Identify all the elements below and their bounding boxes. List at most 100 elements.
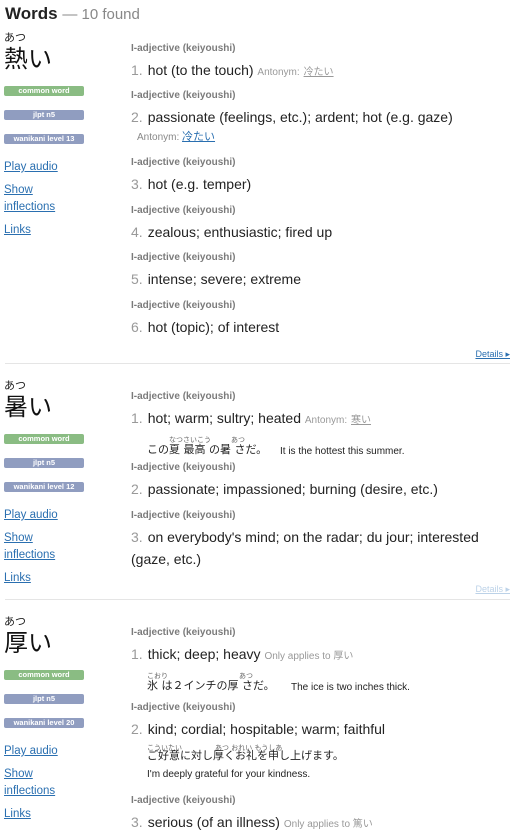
antonym-label: Antonym: [257, 67, 300, 78]
sense-meaning: hot (e.g. temper) [147, 176, 252, 192]
show-inflections-link[interactable]: Show inflections [4, 766, 122, 800]
word-entry: あつ 厚い common word jlpt n5 wanikani level… [0, 617, 515, 831]
example-japanese: ご好意に対し厚くお礼を申し上げます。 [147, 749, 344, 762]
example-english: I'm deeply grateful for your kindness. [147, 769, 311, 780]
sense-meaning: passionate; impassioned; burning (desire… [147, 481, 438, 497]
wanikani-tag: wanikani level 20 [4, 718, 84, 728]
furigana: あつ [4, 616, 26, 628]
sense-item: I-adjective (keiyoushi) 2. passionate; im… [131, 462, 513, 500]
part-of-speech: I-adjective (keiyoushi) [131, 157, 236, 168]
word-kanji: 厚い [4, 629, 52, 657]
sense-meaning: intense; severe; extreme [147, 271, 301, 287]
furigana: あつ [4, 32, 26, 44]
sense-item: I-adjective (keiyoushi) 1. hot (to the to… [131, 43, 513, 84]
sense-meaning: serious (of an illness) [147, 814, 280, 830]
sense-meaning: on everybody's mind; on the radar; du jo… [147, 529, 479, 545]
show-inflections-label-2: inflections [4, 549, 56, 561]
part-of-speech: I-adjective (keiyoushi) [131, 391, 236, 402]
sense-meaning: zealous; enthusiastic; fired up [147, 224, 333, 240]
sense-number: 3. [131, 814, 143, 830]
part-of-speech: I-adjective (keiyoushi) [131, 627, 236, 638]
sense-number: 1. [131, 62, 143, 78]
sense-item: I-adjective (keiyoushi) 3. serious (of an… [131, 795, 513, 836]
sense-number: 2. [131, 721, 143, 737]
part-of-speech: I-adjective (keiyoushi) [131, 462, 236, 473]
part-of-speech: I-adjective (keiyoushi) [131, 300, 236, 311]
applies-to-note: Only applies to 厚い [264, 651, 354, 662]
example-english: The ice is two inches thick. [291, 682, 410, 693]
example-english: It is the hottest this summer. [280, 446, 405, 457]
word-entry: あつ 熱い common word jlpt n5 wanikani level… [0, 33, 515, 363]
divider [5, 599, 510, 600]
section-title: Words [5, 4, 58, 23]
part-of-speech: I-adjective (keiyoushi) [131, 43, 236, 54]
sense-meaning: hot (topic); of interest [147, 319, 280, 335]
divider [5, 363, 510, 364]
sense-meaning-continued: (gaze, etc.) [131, 551, 202, 567]
antonym-label: Antonym: [304, 415, 348, 426]
show-inflections-link[interactable]: Show inflections [4, 182, 122, 216]
part-of-speech: I-adjective (keiyoushi) [131, 90, 236, 101]
jlpt-tag: jlpt n5 [4, 110, 84, 120]
antonym-link[interactable]: 寒い [351, 415, 371, 426]
sense-item: I-adjective (keiyoushi) 2. passionate (fe… [131, 90, 513, 144]
sense-item: I-adjective (keiyoushi) 5. intense; sever… [131, 252, 513, 290]
jlpt-tag: jlpt n5 [4, 694, 84, 704]
sense-item: I-adjective (keiyoushi) 3. on everybody's… [131, 510, 513, 570]
show-inflections-label-2: inflections [4, 785, 56, 797]
show-inflections-link[interactable]: Show inflections [4, 530, 122, 564]
sense-meaning: hot (to the touch) [147, 62, 254, 78]
play-audio-link[interactable]: Play audio [4, 159, 122, 176]
sense-number: 1. [131, 646, 143, 662]
sense-number: 1. [131, 410, 143, 426]
sense-meaning: hot; warm; sultry; heated [147, 410, 301, 426]
sense-meaning: thick; deep; heavy [147, 646, 261, 662]
common-word-tag: common word [4, 86, 84, 96]
show-inflections-label-1: Show [4, 768, 33, 780]
sense-number: 2. [131, 109, 143, 125]
sense-meaning: kind; cordial; hospitable; warm; faithfu… [147, 721, 386, 737]
sense-meaning: passionate (feelings, etc.); ardent; hot… [147, 109, 453, 125]
part-of-speech: I-adjective (keiyoushi) [131, 205, 236, 216]
sense-item: I-adjective (keiyoushi) 1. thick; deep; h… [131, 627, 513, 695]
sense-number: 2. [131, 481, 143, 497]
wanikani-tag: wanikani level 13 [4, 134, 84, 144]
example-sentence: こういたい あつ おれい もうしあ ご好意に対し厚くお礼を申し上げます。 [147, 743, 513, 765]
antonym-link[interactable]: 冷たい [182, 131, 215, 143]
sense-number: 5. [131, 271, 143, 287]
antonym-label: Antonym: [137, 132, 180, 143]
play-audio-link[interactable]: Play audio [4, 507, 122, 524]
show-inflections-label-2: inflections [4, 201, 56, 213]
applies-to-note: Only applies to 篤い [283, 819, 373, 830]
links-link[interactable]: Links [4, 570, 122, 587]
example-sentence: なつさいこう あつ この夏 最高 の暑 さだ。 It is the hottes… [147, 435, 513, 459]
sense-item: I-adjective (keiyoushi) 4. zealous; enthu… [131, 205, 513, 243]
word-entry: あつ 暑い common word jlpt n5 wanikani level… [0, 381, 515, 599]
sense-item: I-adjective (keiyoushi) 2. kind; cordial;… [131, 702, 513, 780]
part-of-speech: I-adjective (keiyoushi) [131, 252, 236, 263]
sense-number: 3. [131, 176, 143, 192]
sense-number: 4. [131, 224, 143, 240]
common-word-tag: common word [4, 434, 84, 444]
jlpt-tag: jlpt n5 [4, 458, 84, 468]
example-sentence: こおり あつ 氷 は２インチの厚 さだ。 The ice is two inch… [147, 671, 513, 695]
links-link[interactable]: Links [4, 806, 122, 823]
details-link[interactable]: Details ▸ [475, 584, 510, 595]
example-japanese: 氷 は２インチの厚 さだ。 [147, 679, 275, 692]
links-link[interactable]: Links [4, 222, 122, 239]
details-link[interactable]: Details ▸ [475, 349, 510, 360]
play-audio-link[interactable]: Play audio [4, 743, 122, 760]
example-japanese: この夏 最高 の暑 さだ。 [147, 443, 268, 456]
word-kanji: 暑い [4, 393, 52, 421]
show-inflections-label-1: Show [4, 184, 33, 196]
show-inflections-label-1: Show [4, 532, 33, 544]
sense-number: 6. [131, 319, 143, 335]
antonym-link[interactable]: 冷たい [304, 67, 334, 78]
wanikani-tag: wanikani level 12 [4, 482, 84, 492]
common-word-tag: common word [4, 670, 84, 680]
results-header: Words — 10 found [5, 4, 140, 24]
sense-item: I-adjective (keiyoushi) 3. hot (e.g. temp… [131, 157, 513, 195]
sense-number: 3. [131, 529, 143, 545]
part-of-speech: I-adjective (keiyoushi) [131, 795, 236, 806]
word-kanji: 熱い [4, 45, 52, 73]
